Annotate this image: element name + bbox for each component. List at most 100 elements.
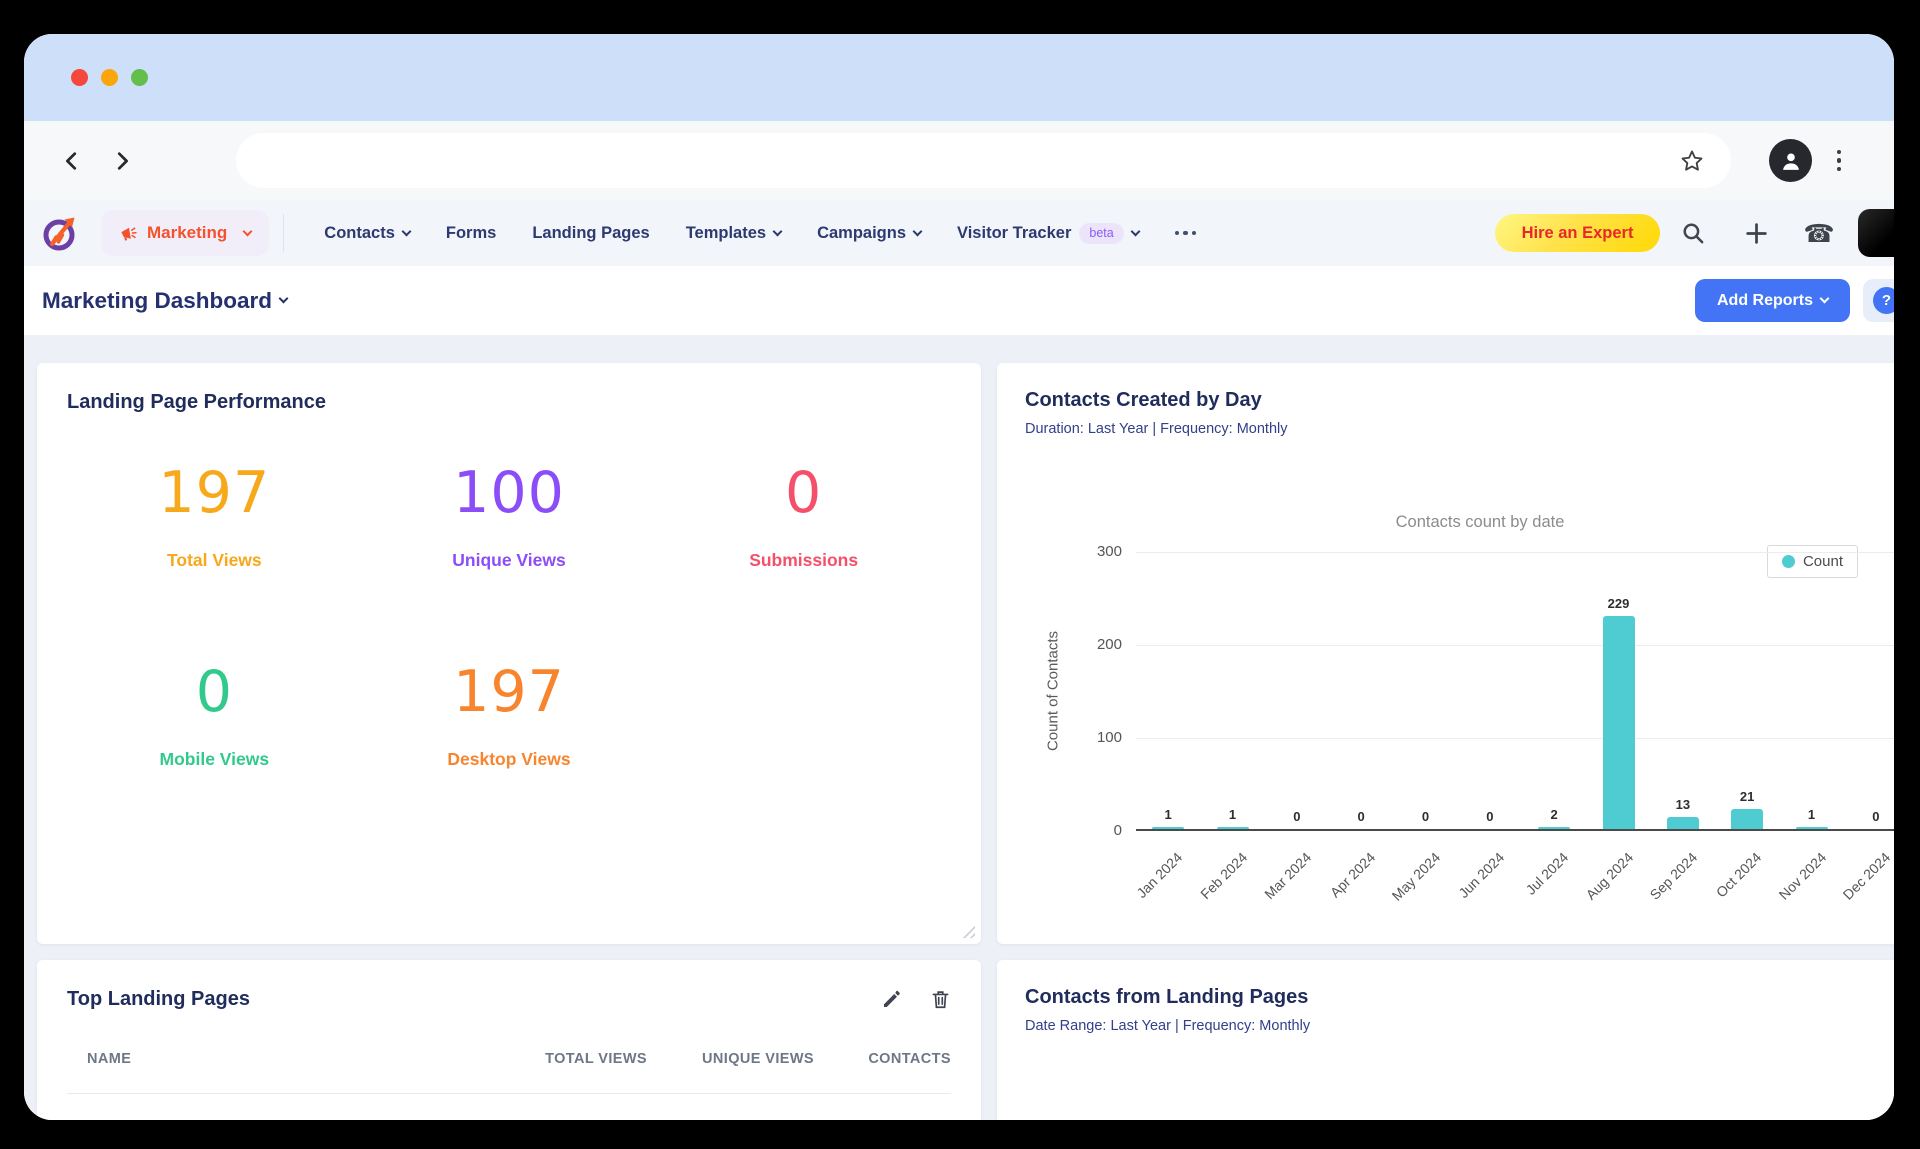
stat-value: 197 [67, 460, 362, 526]
y-axis-tick: 300 [1076, 543, 1122, 560]
browser-profile-avatar[interactable] [1769, 139, 1812, 182]
nav-item-label: Visitor Tracker [957, 224, 1071, 243]
y-axis-tick: 100 [1076, 729, 1122, 746]
bar-value-label: 2 [1524, 807, 1584, 822]
card-subtitle: Duration: Last Year | Frequency: Monthly [1025, 421, 1894, 437]
bar-jul-2024 [1538, 827, 1570, 829]
column-header-unique-views: UNIQUE VIEWS [647, 1051, 814, 1067]
product-switcher-marketing[interactable]: Marketing [101, 210, 269, 256]
table-header: NAMETOTAL VIEWSUNIQUE VIEWSCONTACTS [67, 1051, 951, 1094]
stat-value: 0 [67, 659, 362, 725]
bar-value-label: 21 [1717, 789, 1777, 804]
y-axis-tick: 0 [1076, 822, 1122, 839]
nav-item-label: Contacts [324, 224, 395, 243]
contacts-chart: Contacts count by date Count Count of Co… [1025, 437, 1894, 937]
chevron-down-icon [401, 226, 411, 236]
back-arrow-icon [61, 150, 83, 172]
stat-label: Mobile Views [67, 749, 362, 770]
card-title: Top Landing Pages [67, 988, 250, 1011]
nav-items: Contacts Forms Landing Pages Templates Campa… [324, 223, 1138, 244]
forward-button[interactable] [108, 147, 136, 175]
stat-unique-views: 100Unique Views [362, 460, 657, 571]
nav-item-contacts[interactable]: Contacts [324, 224, 410, 243]
dashboard-content: Landing Page Performance 197Total Views1… [24, 335, 1894, 1120]
megaphone-icon [119, 224, 138, 243]
column-header-total-views: TOTAL VIEWS [480, 1051, 647, 1067]
nav-item-visitor-tracker[interactable]: Visitor Tracker beta [957, 223, 1139, 244]
phone-support-icon[interactable]: ☎ [1806, 220, 1832, 246]
create-new-icon[interactable] [1743, 220, 1769, 246]
app-logo[interactable] [42, 215, 79, 252]
card-actions [881, 989, 951, 1010]
chevron-down-icon [1820, 294, 1830, 304]
stat-label: Total Views [67, 550, 362, 571]
chart-plot: 01002003001Jan 20241Feb 20240Mar 20240Ap… [1136, 552, 1894, 831]
contacts-from-landing-pages-card: Contacts from Landing Pages Date Range: … [997, 960, 1894, 1120]
nav-item-label: Forms [446, 224, 496, 243]
chart-y-axis-label: Count of Contacts [1045, 631, 1062, 751]
bar-value-label: 0 [1460, 809, 1520, 824]
browser-menu-button[interactable] [1828, 147, 1850, 175]
bar-value-label: 1 [1203, 807, 1263, 822]
card-subtitle: Date Range: Last Year | Frequency: Month… [1025, 1018, 1894, 1034]
page-header: Marketing Dashboard Add Reports ? [24, 266, 1894, 335]
gridline [1136, 552, 1894, 553]
gridline [1136, 645, 1894, 646]
nav-item-label: Campaigns [817, 224, 906, 243]
nav-item-campaigns[interactable]: Campaigns [817, 224, 921, 243]
beta-badge: beta [1079, 223, 1123, 244]
chevron-down-icon [279, 294, 289, 304]
card-resize-handle[interactable] [960, 923, 975, 938]
landing-page-performance-card: Landing Page Performance 197Total Views1… [37, 363, 981, 944]
minimize-window-button[interactable] [101, 69, 118, 86]
card-title: Landing Page Performance [67, 391, 951, 414]
back-button[interactable] [58, 147, 86, 175]
bar-value-label: 0 [1396, 809, 1456, 824]
stat-value: 100 [362, 460, 657, 526]
add-reports-button[interactable]: Add Reports [1695, 279, 1850, 322]
bar-value-label: 229 [1589, 596, 1649, 611]
edit-pencil-icon[interactable] [881, 989, 902, 1010]
nav-item-forms[interactable]: Forms [446, 224, 496, 243]
bar-value-label: 0 [1331, 809, 1391, 824]
stat-label: Submissions [656, 550, 951, 571]
zoom-window-button[interactable] [131, 69, 148, 86]
stat-mobile-views: 0 Mobile Views [67, 659, 362, 770]
bar-jan-2024 [1152, 827, 1184, 829]
bar-nov-2024 [1796, 827, 1828, 829]
nav-item-landing-pages[interactable]: Landing Pages [532, 224, 649, 243]
chart-title: Contacts count by date [1025, 513, 1894, 532]
question-mark-icon: ? [1873, 287, 1894, 314]
apps-tile[interactable] [1858, 209, 1894, 257]
nav-more-button[interactable] [1175, 231, 1197, 236]
gridline [1136, 738, 1894, 739]
y-axis-tick: 200 [1076, 636, 1122, 653]
person-icon [1778, 148, 1804, 174]
dashboard-title-dropdown[interactable]: Marketing Dashboard [42, 288, 287, 314]
search-icon[interactable] [1680, 220, 1706, 246]
bar-value-label: 0 [1846, 809, 1894, 824]
nav-item-label: Landing Pages [532, 224, 649, 243]
address-bar[interactable] [236, 133, 1731, 188]
window-titlebar [24, 34, 1894, 121]
forward-arrow-icon [111, 150, 133, 172]
bookmark-star-icon[interactable] [1679, 148, 1705, 174]
browser-toolbar [24, 121, 1894, 200]
card-title: Contacts from Landing Pages [1025, 986, 1894, 1009]
close-window-button[interactable] [71, 69, 88, 86]
top-landing-pages-card: Top Landing Pages NAMETOTAL VIEWSUNIQUE … [37, 960, 981, 1120]
card-title: Contacts Created by Day [1025, 389, 1894, 412]
nav-divider [283, 214, 284, 252]
page-title: Marketing Dashboard [42, 288, 272, 314]
nav-item-templates[interactable]: Templates [686, 224, 781, 243]
bar-oct-2024 [1731, 809, 1763, 829]
help-button[interactable]: ? [1863, 279, 1894, 322]
contacts-created-by-day-card: Contacts Created by Day Duration: Last Y… [997, 363, 1894, 944]
delete-trash-icon[interactable] [930, 989, 951, 1010]
stat-submissions: 0 Submissions [656, 460, 951, 571]
bar-value-label: 1 [1138, 807, 1198, 822]
hire-an-expert-button[interactable]: Hire an Expert [1495, 214, 1660, 252]
stat-value: 197 [362, 659, 657, 725]
bar-feb-2024 [1217, 827, 1249, 829]
stat-value: 0 [656, 460, 951, 526]
